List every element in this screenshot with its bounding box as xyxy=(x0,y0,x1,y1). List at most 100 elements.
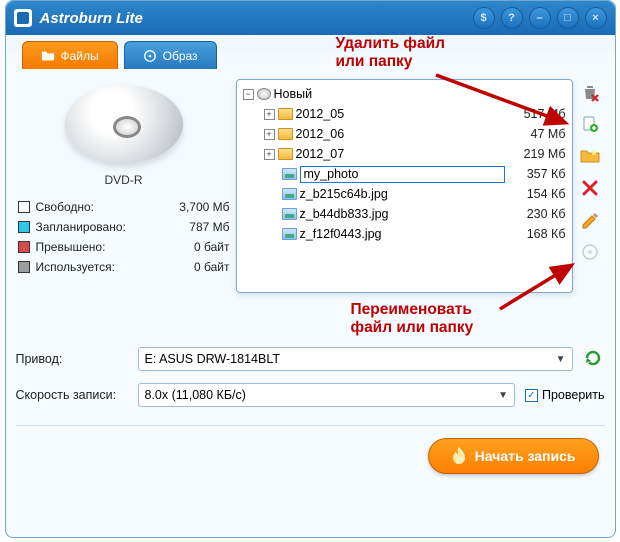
footer: Начать запись xyxy=(16,425,605,474)
tree-item-size: 154 Кб xyxy=(508,187,566,201)
start-burn-label: Начать запись xyxy=(475,448,576,464)
image-file-icon xyxy=(282,168,297,180)
pencil-icon xyxy=(581,211,599,229)
chevron-down-icon: ▼ xyxy=(556,354,566,365)
tree-row[interactable]: +2012_07219 Мб xyxy=(239,144,570,164)
speed-label: Скорость записи: xyxy=(16,388,128,402)
folder-icon xyxy=(278,108,293,120)
drive-select-value: E: ASUS DRW-1814BLT xyxy=(145,352,280,366)
tree-row[interactable]: 357 Кб xyxy=(239,164,570,184)
tree-item-size: 230 Кб xyxy=(508,207,566,221)
drive-select[interactable]: E: ASUS DRW-1814BLT ▼ xyxy=(138,347,573,371)
trash-icon xyxy=(580,82,600,102)
folder-icon xyxy=(41,49,55,63)
expander-icon[interactable]: + xyxy=(264,109,275,120)
stat-over: Превышено: 0 байт xyxy=(18,237,230,257)
swatch-used xyxy=(18,261,30,273)
expander-icon[interactable]: − xyxy=(243,89,254,100)
start-burn-button[interactable]: Начать запись xyxy=(428,438,599,474)
stat-used: Используется: 0 байт xyxy=(18,257,230,277)
rename-input[interactable] xyxy=(300,166,505,183)
tree-row[interactable]: z_f12f0443.jpg168 Кб xyxy=(239,224,570,244)
maximize-button[interactable]: □ xyxy=(557,7,579,29)
content-area: Файлы Образ DVD-R Свободно: 3,700 Мб xyxy=(6,35,615,484)
add-folder-button[interactable] xyxy=(579,145,601,167)
tree-item-size: 357 Кб xyxy=(508,167,566,181)
expander-icon[interactable]: + xyxy=(264,149,275,160)
refresh-icon xyxy=(583,348,603,368)
drive-label: Привод: xyxy=(16,352,128,366)
refresh-drives-button[interactable] xyxy=(583,348,605,370)
erase-disc-icon xyxy=(581,243,599,261)
tree-root[interactable]: − Новый xyxy=(239,84,570,104)
flame-icon xyxy=(451,446,467,466)
help-button[interactable]: ? xyxy=(501,7,523,29)
swatch-over xyxy=(18,241,30,253)
burn-controls: Привод: E: ASUS DRW-1814BLT ▼ Скорость з… xyxy=(16,347,605,407)
speed-row: Скорость записи: 8.0x (11,080 КБ/с) ▼ ✓ … xyxy=(16,383,605,407)
remove-button[interactable] xyxy=(579,81,601,103)
capacity-stats: Свободно: 3,700 Мб Запланировано: 787 Мб… xyxy=(18,197,230,277)
folder-icon xyxy=(278,128,293,140)
titlebar: Astroburn Lite $ ? – □ × xyxy=(6,1,615,35)
expander-icon[interactable]: + xyxy=(264,129,275,140)
app-logo-icon xyxy=(14,9,32,27)
tree-item-size: 47 Мб xyxy=(508,127,566,141)
verify-checkbox[interactable]: ✓ Проверить xyxy=(525,388,605,402)
rename-button[interactable] xyxy=(579,209,601,231)
checkbox-icon: ✓ xyxy=(525,389,538,402)
delete-item-button[interactable] xyxy=(579,177,601,199)
window-controls: $ ? – □ × xyxy=(473,7,607,29)
tab-image-label: Образ xyxy=(163,49,198,63)
speed-select-value: 8.0x (11,080 КБ/с) xyxy=(145,388,246,402)
disc-graphic xyxy=(59,79,189,169)
disc-type: DVD-R xyxy=(105,173,143,187)
tree-item-name: z_b44db833.jpg xyxy=(300,207,505,221)
annotation-delete: Удалить файл или папку xyxy=(336,35,445,71)
image-file-icon xyxy=(282,208,297,220)
chevron-down-icon: ▼ xyxy=(498,390,508,401)
erase-disc-button[interactable] xyxy=(579,241,601,263)
tree-item-name: z_f12f0443.jpg xyxy=(300,227,505,241)
main-panel: DVD-R Свободно: 3,700 Мб Запланировано: … xyxy=(16,75,605,297)
tree-row[interactable]: +2012_0647 Мб xyxy=(239,124,570,144)
tab-files[interactable]: Файлы xyxy=(22,41,118,69)
image-file-icon xyxy=(282,228,297,240)
folder-icon xyxy=(278,148,293,160)
tabbar: Файлы Образ xyxy=(16,41,605,69)
app-window: Astroburn Lite $ ? – □ × Удалить файл ил… xyxy=(5,0,616,538)
tree-item-name: 2012_06 xyxy=(296,127,505,141)
tree-row[interactable]: z_b44db833.jpg230 Кб xyxy=(239,204,570,224)
stat-planned: Запланировано: 787 Мб xyxy=(18,217,230,237)
disc-root-icon xyxy=(257,88,271,100)
file-tree[interactable]: − Новый +2012_05517 Мб+2012_0647 Мб+2012… xyxy=(236,79,573,293)
annotation-rename: Переименовать файл или папку xyxy=(351,301,474,337)
tab-image[interactable]: Образ xyxy=(124,41,217,69)
file-pane: − Новый +2012_05517 Мб+2012_0647 Мб+2012… xyxy=(236,79,603,293)
tree-item-name: z_b215c64b.jpg xyxy=(300,187,505,201)
disc-info-pane: DVD-R Свободно: 3,700 Мб Запланировано: … xyxy=(18,79,230,293)
stat-free: Свободно: 3,700 Мб xyxy=(18,197,230,217)
settings-button[interactable]: $ xyxy=(473,7,495,29)
tree-item-name: 2012_05 xyxy=(296,107,505,121)
close-button[interactable]: × xyxy=(585,7,607,29)
swatch-free xyxy=(18,201,30,213)
add-file-button[interactable] xyxy=(579,113,601,135)
tab-files-label: Файлы xyxy=(61,49,99,63)
minimize-button[interactable]: – xyxy=(529,7,551,29)
app-title: Astroburn Lite xyxy=(40,10,473,27)
tree-item-name: 2012_07 xyxy=(296,147,505,161)
drive-row: Привод: E: ASUS DRW-1814BLT ▼ xyxy=(16,347,605,371)
file-toolbar xyxy=(577,79,603,293)
tree-item-size: 517 Мб xyxy=(508,107,566,121)
disc-icon xyxy=(143,49,157,63)
tree-row[interactable]: z_b215c64b.jpg154 Кб xyxy=(239,184,570,204)
verify-label: Проверить xyxy=(542,388,605,402)
speed-select[interactable]: 8.0x (11,080 КБ/с) ▼ xyxy=(138,383,515,407)
image-file-icon xyxy=(282,188,297,200)
tree-row[interactable]: +2012_05517 Мб xyxy=(239,104,570,124)
tree-item-size: 219 Мб xyxy=(508,147,566,161)
add-file-icon xyxy=(581,115,599,133)
tree-item-size: 168 Кб xyxy=(508,227,566,241)
add-folder-icon xyxy=(580,148,600,164)
